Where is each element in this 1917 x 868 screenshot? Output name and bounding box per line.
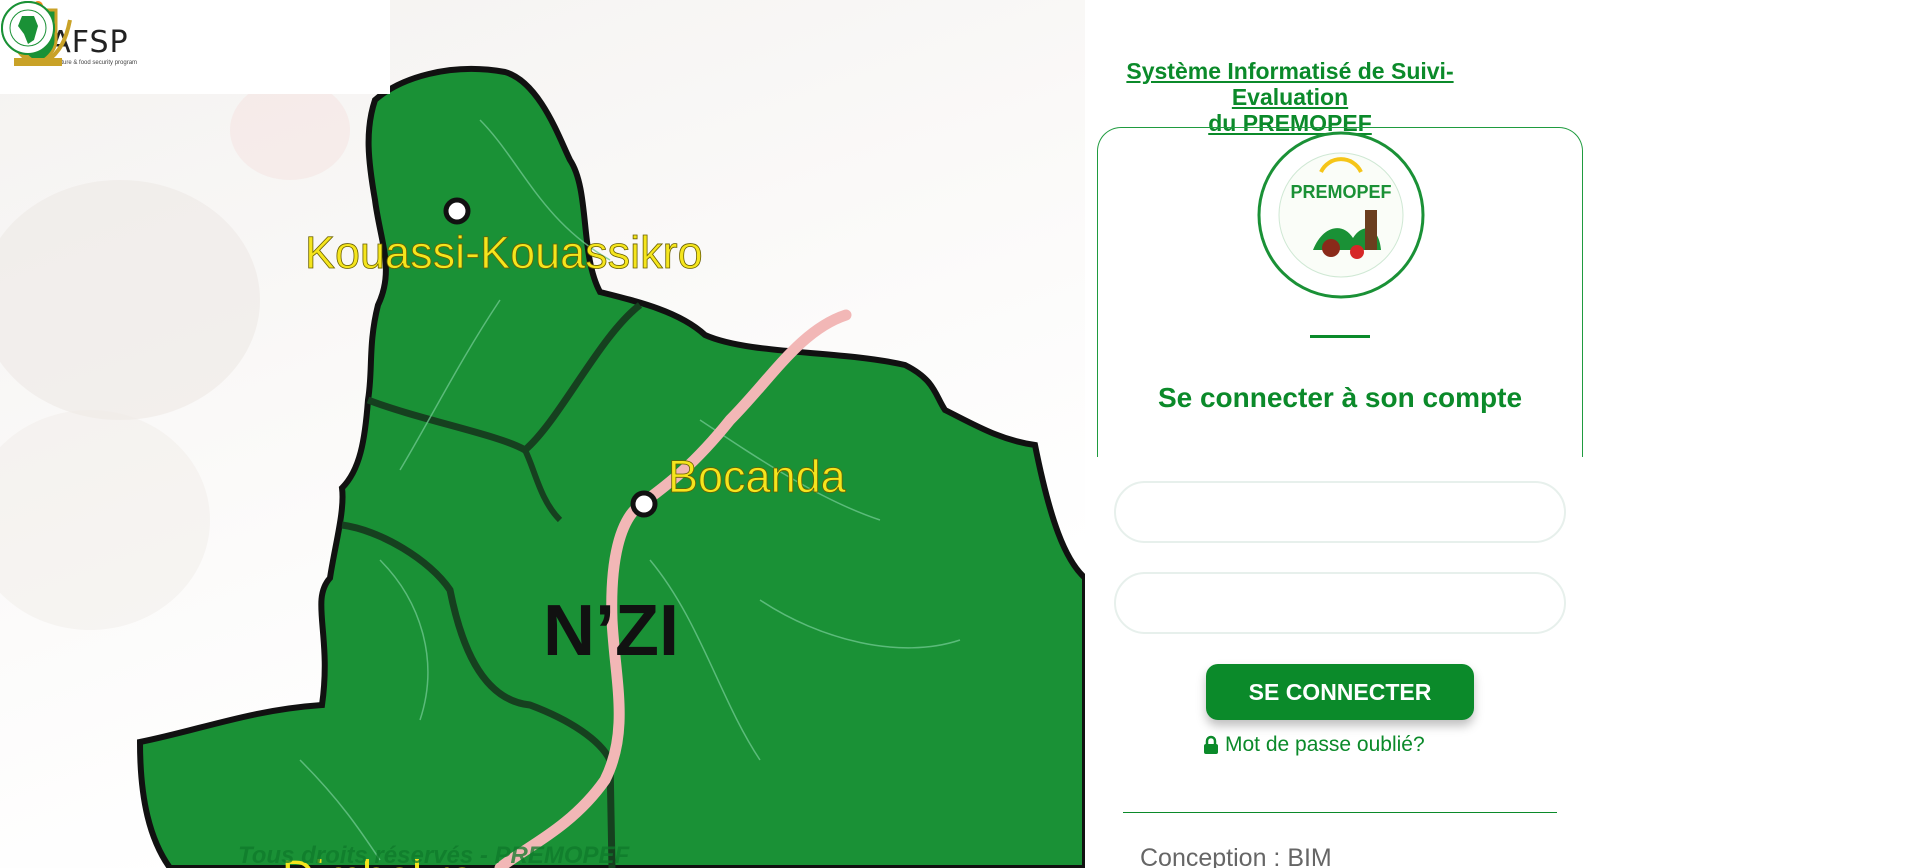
login-button[interactable]: SE CONNECTER <box>1206 664 1474 720</box>
town-marker <box>443 197 471 225</box>
username-field[interactable] <box>1114 481 1566 543</box>
lock-icon <box>1204 735 1218 754</box>
copyright-text: Tous droits réservés - PREMOPEF <box>238 842 630 868</box>
conception-credit: Conception : BIM <box>1140 844 1332 868</box>
system-title-line1: Système Informatisé de Suivi-Evaluation <box>1126 58 1454 110</box>
town-marker <box>630 490 658 518</box>
system-title: Système Informatisé de Suivi-Evaluation … <box>1090 58 1490 136</box>
heading-divider <box>1310 335 1370 338</box>
footer-divider <box>1123 812 1557 813</box>
premopef-logo: PREMOPEF <box>1257 131 1425 299</box>
town-label: Kouassi-Kouassikro <box>305 227 703 278</box>
map-panel: Kouassi-Kouassikro Bocanda Dimbokro N’ZI… <box>0 0 1085 868</box>
region-label: N’ZI <box>543 591 679 671</box>
region-map: Kouassi-Kouassikro Bocanda Dimbokro N’ZI <box>0 66 1085 868</box>
login-page: Kouassi-Kouassikro Bocanda Dimbokro N’ZI… <box>0 0 1917 868</box>
forgot-password-label: Mot de passe oublié? <box>1225 733 1425 756</box>
forgot-password-link[interactable]: Mot de passe oublié? <box>1203 733 1425 757</box>
partner-logos: GAFSP global agriculture & food security… <box>0 0 390 94</box>
town-label: Bocanda <box>668 451 847 502</box>
premopef-logo-text: PREMOPEF <box>1290 182 1391 202</box>
african-development-fund-logo <box>1 1 55 55</box>
login-heading: Se connecter à son compte <box>1157 382 1523 413</box>
password-field[interactable] <box>1114 572 1566 634</box>
